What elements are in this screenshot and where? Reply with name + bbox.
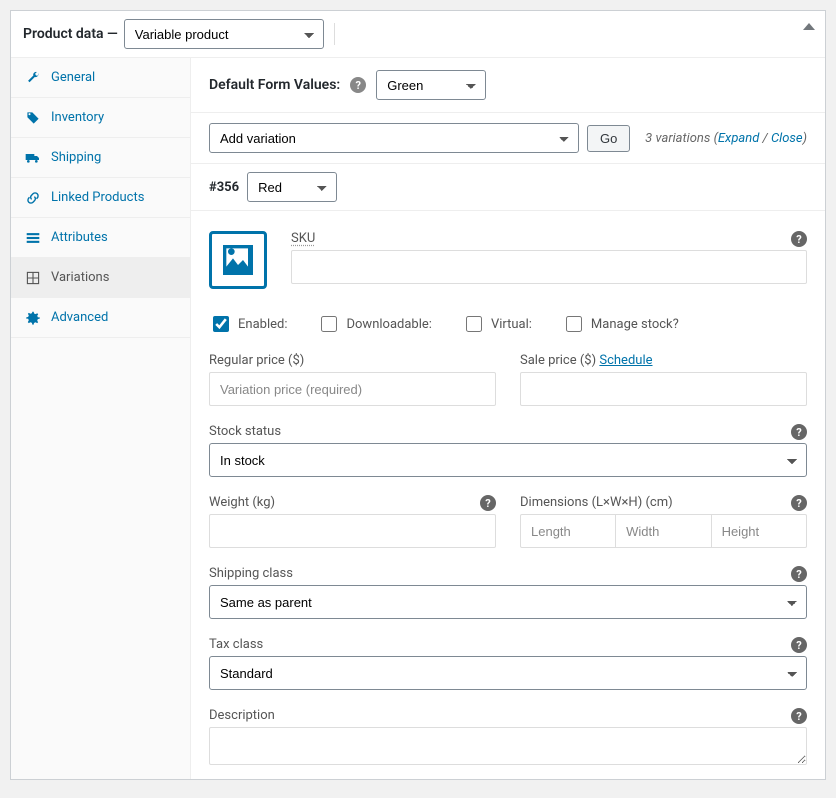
help-icon[interactable]: ?	[350, 77, 366, 93]
tab-attributes[interactable]: Attributes	[11, 218, 190, 258]
sku-label: SKU	[291, 231, 315, 246]
dimensions-label: Dimensions (L×W×H) (cm)	[520, 495, 807, 510]
description-label: Description	[209, 708, 807, 723]
virtual-checkbox[interactable]: Virtual:	[462, 313, 532, 335]
manage-stock-checkbox[interactable]: Manage stock?	[562, 313, 679, 335]
tab-label: Variations	[51, 270, 109, 285]
sale-price-input[interactable]	[520, 372, 807, 406]
add-variation-select[interactable]: Add variation	[209, 123, 579, 153]
shipping-class-select[interactable]: Same as parent	[209, 585, 807, 619]
variation-body: ? SKU Enabled: Downloadable: Virtual: Ma…	[191, 211, 825, 779]
grid-icon	[25, 271, 41, 285]
variation-attribute-select[interactable]: Red	[247, 172, 337, 202]
tab-variations[interactable]: Variations	[11, 258, 190, 298]
close-link[interactable]: Close	[771, 131, 803, 146]
tab-label: Shipping	[51, 150, 101, 165]
tab-general[interactable]: General	[11, 58, 190, 98]
tag-icon	[25, 111, 41, 125]
help-icon[interactable]: ?	[791, 566, 807, 582]
variation-image-button[interactable]	[209, 231, 267, 289]
help-icon[interactable]: ?	[791, 424, 807, 440]
shipping-class-label: Shipping class	[209, 566, 807, 581]
stock-status-label: Stock status	[209, 424, 807, 439]
divider	[334, 23, 335, 45]
width-input[interactable]	[616, 514, 711, 548]
help-icon[interactable]: ?	[791, 495, 807, 511]
tab-label: Attributes	[51, 230, 108, 245]
tax-class-select[interactable]: Standard	[209, 656, 807, 690]
tab-shipping[interactable]: Shipping	[11, 138, 190, 178]
panel-body: General Inventory Shipping Linked Produc…	[11, 58, 825, 779]
help-icon[interactable]: ?	[791, 708, 807, 724]
panel-title: Product data —	[23, 26, 118, 42]
list-icon	[25, 231, 41, 245]
tab-inventory[interactable]: Inventory	[11, 98, 190, 138]
sku-input[interactable]	[291, 250, 807, 284]
tab-advanced[interactable]: Advanced	[11, 298, 190, 338]
height-input[interactable]	[712, 514, 807, 548]
sale-price-label: Sale price ($) Schedule	[520, 353, 807, 368]
wrench-icon	[25, 71, 41, 85]
regular-price-label: Regular price ($)	[209, 353, 496, 368]
variation-header[interactable]: #356 Red	[191, 164, 825, 211]
tab-label: Advanced	[51, 310, 108, 325]
help-icon[interactable]: ?	[480, 495, 496, 511]
gear-icon	[25, 311, 41, 325]
tab-label: Inventory	[51, 110, 104, 125]
weight-label: Weight (kg)	[209, 495, 496, 510]
default-form-select[interactable]: Green	[376, 70, 486, 100]
collapse-icon[interactable]	[803, 23, 815, 30]
schedule-link[interactable]: Schedule	[599, 353, 652, 368]
help-icon[interactable]: ?	[791, 231, 807, 247]
regular-price-input[interactable]	[209, 372, 496, 406]
product-data-panel: Product data — Variable product General …	[10, 10, 826, 780]
default-form-toolbar: Default Form Values: ? Green	[191, 58, 825, 113]
image-icon	[218, 240, 258, 280]
tab-label: Linked Products	[51, 190, 144, 205]
add-variation-toolbar: Add variation Go 3 variations (Expand / …	[191, 113, 825, 164]
help-icon[interactable]: ?	[791, 637, 807, 653]
main-pane: Default Form Values: ? Green Add variati…	[191, 58, 825, 779]
variation-checkboxes: Enabled: Downloadable: Virtual: Manage s…	[209, 313, 807, 335]
enabled-checkbox[interactable]: Enabled:	[209, 313, 287, 335]
length-input[interactable]	[520, 514, 616, 548]
sidebar: General Inventory Shipping Linked Produc…	[11, 58, 191, 779]
downloadable-checkbox[interactable]: Downloadable:	[317, 313, 431, 335]
variation-id: #356	[209, 180, 239, 195]
stock-status-select[interactable]: In stock	[209, 443, 807, 477]
go-button[interactable]: Go	[587, 125, 630, 152]
link-icon	[25, 191, 41, 205]
truck-icon	[25, 151, 41, 165]
product-type-select[interactable]: Variable product	[124, 19, 324, 49]
expand-link[interactable]: Expand	[718, 131, 759, 146]
variations-summary: 3 variations (Expand / Close)	[645, 131, 807, 146]
tab-label: General	[51, 70, 95, 85]
description-textarea[interactable]	[209, 727, 807, 765]
tax-class-label: Tax class	[209, 637, 807, 652]
tab-linked-products[interactable]: Linked Products	[11, 178, 190, 218]
panel-header: Product data — Variable product	[11, 11, 825, 58]
weight-input[interactable]	[209, 514, 496, 548]
default-form-label: Default Form Values:	[209, 77, 340, 93]
